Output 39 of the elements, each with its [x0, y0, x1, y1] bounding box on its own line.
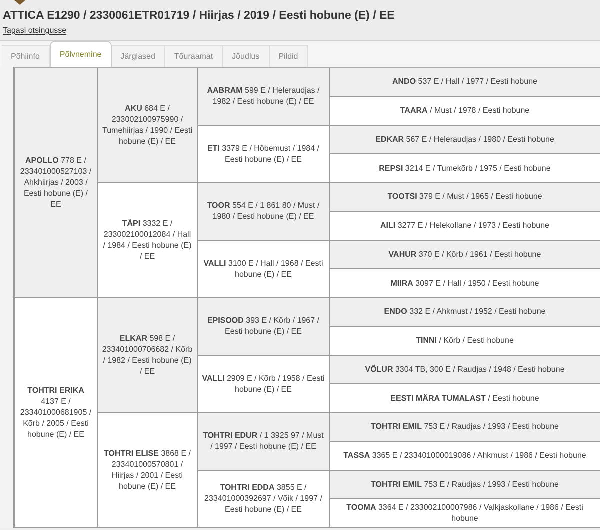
pedigree-cell: TOHTRI EMIL 753 E / Raudjas / 1993 / Eesti hobune	[329, 413, 600, 442]
pedigree-cell: VALLI 3100 E / Hall / 1968 / Eesti hobune (E) / EE	[197, 240, 329, 298]
pedigree-cell: ELKAR 598 E / 233401000706682 / Kõrb / 1982 / Eesti hobune (E) / EE	[97, 298, 197, 413]
pedigree-cell: TOHTRI EDDA 3855 E / 233401000392697 / Võik / 1997 / Eesti hobune (E) / EE	[197, 470, 329, 528]
pedigree-cell: VALLI 2909 E / Kõrb / 1958 / Eesti hobune (E) / EE	[197, 356, 329, 413]
pedigree-cell: EESTI MÄRA TUMALAST / Eesti hobune	[329, 384, 600, 413]
tab[interactable]: Pildid	[270, 45, 308, 67]
logo-icon	[14, 0, 26, 5]
pedigree-cell: TINNI / Kõrb / Eesti hobune	[329, 326, 600, 356]
pedigree-cell: REPSI 3214 E / Tumekõrb / 1975 / Eesti hobune	[329, 154, 600, 183]
pedigree-cell: APOLLO 778 E / 233401000527103 / Ahkhiirjas / 2003 / Eesti hobune (E) / EE	[14, 68, 97, 298]
pedigree-cell: MIIRA 3097 E / Hall / 1950 / Eesti hobune	[329, 269, 600, 298]
back-link[interactable]: Tagasi otsingusse	[3, 25, 67, 37]
pedigree-cell: TASSA 3365 E / 233401000019086 / Ahkmust / 1986 / Eesti hobune	[329, 442, 600, 470]
pedigree-cell: EDKAR 567 E / Heleraudjas / 1980 / Eesti hobune	[329, 126, 600, 154]
tab[interactable]: Põlvnemine	[50, 41, 112, 67]
pedigree-cell: VAHUR 370 E / Kõrb / 1961 / Eesti hobune	[329, 240, 600, 270]
pedigree-cell: TOOR 554 E / 1 861 80 / Must / 1980 / Eesti hobune (E) / EE	[197, 183, 329, 240]
pedigree-cell: ETI 3379 E / Hõbemust / 1984 / Eesti hobune (E) / EE	[197, 126, 329, 183]
pedigree-cell: TOHTRI EDUR / 1 3925 97 / Must / 1997 / Eesti hobune (E) / EE	[197, 413, 329, 470]
pedigree-cell: ENDO 332 E / Ahkmust / 1952 / Eesti hobune	[329, 298, 600, 327]
page-title: ATTICA E1290 / 2330061ETR01719 / Hiirjas / 2019 / Eesti hobune (E) / EE	[3, 9, 395, 24]
pedigree-cell: AILI 3277 E / Helekollane / 1973 / Eesti hobune	[329, 212, 600, 240]
pedigree-cell: TAARA / Must / 1978 / Eesti hobune	[329, 96, 600, 126]
tab[interactable]: Järglased	[112, 45, 166, 67]
pedigree-cell: TOOMA 3364 E / 233002100007986 / Valkjaskollane / 1986 / Eesti hobune	[329, 499, 600, 528]
tab[interactable]: Tõuraamat	[165, 45, 224, 67]
pedigree-cell: TOOTSI 379 E / Must / 1965 / Eesti hobune	[329, 183, 600, 212]
pedigree-cell: TOHTRI EMIL 753 E / Raudjas / 1993 / Eesti hobune	[329, 470, 600, 500]
pedigree-cell: AABRAM 599 E / Heleraudjas / 1982 / Eesti hobune (E) / EE	[197, 68, 329, 126]
pedigree-cell: VÕLUR 3304 TB, 300 E / Raudjas / 1948 / Eesti hobune	[329, 356, 600, 384]
pedigree-cell: TÄPI 3332 E / 233002100012084 / Hall / 1984 / Eesti hobune (E) / EE	[97, 183, 197, 298]
pedigree-cell: TOHTRI ERIKA 4137 E / 233401000681905 / Kõrb / 2005 / Eesti hobune (E) / EE	[14, 298, 97, 528]
pedigree-cell: AKU 684 E / 233002100975990 / Tumehiirjas / 1990 / Eesti hobune (E) / EE	[97, 68, 197, 183]
pedigree-cell: EPISOOD 393 E / Kõrb / 1967 / Eesti hobune (E) / EE	[197, 298, 329, 356]
pedigree-cell: ANDO 537 E / Hall / 1977 / Eesti hobune	[329, 68, 600, 97]
pedigree-cell: TOHTRI ELISE 3868 E / 233401000570801 / Hiirjas / 2001 / Eesti hobune (E) / EE	[97, 413, 197, 528]
tab[interactable]: Jõudlus	[223, 45, 270, 67]
tab[interactable]: Põhiinfo	[2, 45, 50, 67]
